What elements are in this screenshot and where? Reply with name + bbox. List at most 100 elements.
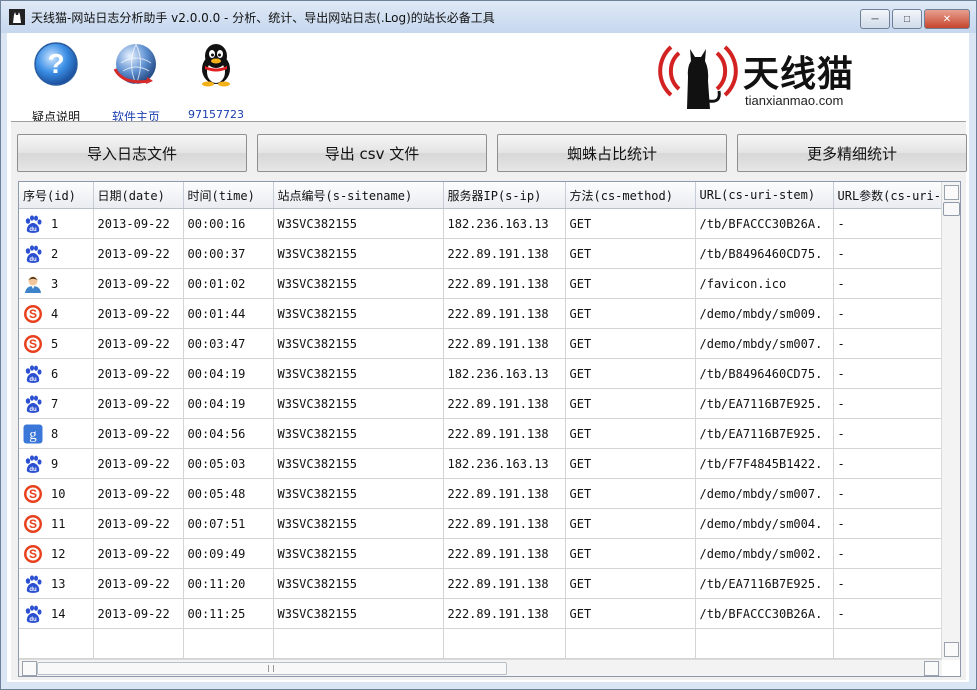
cell-method[interactable]: GET <box>565 388 696 419</box>
vertical-scroll-thumb[interactable] <box>943 202 960 216</box>
cell-id[interactable]: du 1 <box>19 208 94 239</box>
cell-site[interactable]: W3SVC382155 <box>273 568 444 599</box>
cell-date[interactable]: 2013-09-22 <box>93 418 184 449</box>
column-header[interactable]: URL(cs-uri-stem) <box>695 182 834 209</box>
cell-date[interactable]: 2013-09-22 <box>93 508 184 539</box>
table-row[interactable]: S 5 2013-09-22 00:03:47 W3SVC382155 222.89.19… <box>19 328 954 359</box>
cell-date[interactable]: 2013-09-22 <box>93 598 184 629</box>
cell-ip[interactable]: 222.89.191.138 <box>443 238 566 269</box>
column-header[interactable]: 时间(time) <box>183 182 274 209</box>
cell-uri[interactable]: /tb/EA7116B7E925. <box>695 418 834 449</box>
cell-method[interactable]: GET <box>565 328 696 359</box>
cell-site[interactable]: W3SVC382155 <box>273 598 444 629</box>
scroll-right-button[interactable] <box>924 661 939 676</box>
cell-time[interactable]: 00:03:47 <box>183 328 274 359</box>
cell-site[interactable]: W3SVC382155 <box>273 238 444 269</box>
cell-date[interactable]: 2013-09-22 <box>93 208 184 239</box>
cell-id[interactable]: S 12 <box>19 538 94 569</box>
help-tool[interactable]: ? 疑点说明 <box>21 41 91 125</box>
cell-site[interactable]: W3SVC382155 <box>273 298 444 329</box>
cell-query[interactable]: - <box>833 298 954 329</box>
table-row[interactable]: du 2 2013-09-22 00:00:37 W3SVC382155 222.89.1… <box>19 238 954 269</box>
cell-date[interactable]: 2013-09-22 <box>93 268 184 299</box>
table-row[interactable]: S 10 2013-09-22 00:05:48 W3SVC382155 222.89.1… <box>19 478 954 509</box>
cell-query[interactable]: - <box>833 238 954 269</box>
cell-ip[interactable]: 222.89.191.138 <box>443 328 566 359</box>
cell-time[interactable]: 00:04:19 <box>183 388 274 419</box>
qq-number-link[interactable]: 97157723 <box>181 108 251 121</box>
cell-time[interactable]: 00:09:49 <box>183 538 274 569</box>
cell-time[interactable]: 00:00:16 <box>183 208 274 239</box>
cell-method[interactable]: GET <box>565 418 696 449</box>
cell-uri[interactable]: /demo/mbdy/sm007. <box>695 478 834 509</box>
cell-ip[interactable]: 222.89.191.138 <box>443 388 566 419</box>
table-row[interactable]: du 7 2013-09-22 00:04:19 W3SVC382155 222.89.1… <box>19 388 954 419</box>
cell-uri[interactable]: /tb/B8496460CD75. <box>695 358 834 389</box>
cell-uri[interactable]: /tb/EA7116B7E925. <box>695 568 834 599</box>
table-row[interactable]: S 4 2013-09-22 00:01:44 W3SVC382155 222.89.19… <box>19 298 954 329</box>
cell-site[interactable]: W3SVC382155 <box>273 208 444 239</box>
cell-ip[interactable]: 182.236.163.13 <box>443 358 566 389</box>
export-csv-button[interactable]: 导出 csv 文件 <box>257 134 487 172</box>
column-header[interactable]: URL参数(cs-uri-q <box>833 182 954 209</box>
home-tool[interactable]: 软件主页 <box>101 41 171 125</box>
cell-date[interactable]: 2013-09-22 <box>93 358 184 389</box>
cell-method[interactable]: GET <box>565 538 696 569</box>
table-row[interactable]: du 14 2013-09-22 00:11:25 W3SVC382155 222.89.… <box>19 598 954 629</box>
vertical-scrollbar[interactable] <box>941 182 960 660</box>
cell-uri[interactable]: /demo/mbdy/sm007. <box>695 328 834 359</box>
cell-query[interactable]: - <box>833 448 954 479</box>
cell-uri[interactable]: /demo/mbdy/sm009. <box>695 298 834 329</box>
table-row[interactable]: g 8 2013-09-22 00:04:56 W3SVC382155 222.89.19… <box>19 418 954 449</box>
cell-date[interactable]: 2013-09-22 <box>93 568 184 599</box>
cell-query[interactable]: - <box>833 358 954 389</box>
cell-site[interactable]: W3SVC382155 <box>273 268 444 299</box>
cell-ip[interactable]: 222.89.191.138 <box>443 478 566 509</box>
table-row[interactable]: S 11 2013-09-22 00:07:51 W3SVC382155 222.89.1… <box>19 508 954 539</box>
cell-id[interactable]: du 7 <box>19 388 94 419</box>
cell-date[interactable]: 2013-09-22 <box>93 448 184 479</box>
cell-method[interactable]: GET <box>565 298 696 329</box>
title-bar[interactable]: 天线猫-网站日志分析助手 v2.0.0.0 - 分析、统计、导出网站日志(.Lo… <box>1 1 976 33</box>
cell-uri[interactable]: /demo/mbdy/sm002. <box>695 538 834 569</box>
table-row[interactable]: du 9 2013-09-22 00:05:03 W3SVC382155 182.236.… <box>19 448 954 479</box>
horizontal-scroll-thumb[interactable] <box>37 662 507 675</box>
cell-id[interactable]: du 14 <box>19 598 94 629</box>
cell-id[interactable]: du 13 <box>19 568 94 599</box>
table-row[interactable]: du 6 2013-09-22 00:04:19 W3SVC382155 182.236.… <box>19 358 954 389</box>
cell-time[interactable]: 00:01:02 <box>183 268 274 299</box>
cell-ip[interactable]: 222.89.191.138 <box>443 598 566 629</box>
cell-method[interactable]: GET <box>565 568 696 599</box>
cell-query[interactable]: - <box>833 568 954 599</box>
column-header[interactable]: 站点编号(s-sitename) <box>273 182 444 209</box>
table-row[interactable]: 3 2013-09-22 00:01:02 W3SVC382155 222.89.191… <box>19 268 954 299</box>
cell-time[interactable]: 00:11:20 <box>183 568 274 599</box>
spider-stats-button[interactable]: 蜘蛛占比统计 <box>497 134 727 172</box>
cell-uri[interactable]: /tb/BFACCC30B26A. <box>695 598 834 629</box>
cell-time[interactable]: 00:00:37 <box>183 238 274 269</box>
cell-site[interactable]: W3SVC382155 <box>273 478 444 509</box>
column-header[interactable]: 序号(id) <box>19 182 94 209</box>
cell-id[interactable]: S5 <box>19 328 94 359</box>
import-log-button[interactable]: 导入日志文件 <box>17 134 247 172</box>
cell-time[interactable]: 00:04:19 <box>183 358 274 389</box>
cell-site[interactable]: W3SVC382155 <box>273 508 444 539</box>
cell-query[interactable]: - <box>833 418 954 449</box>
table-row[interactable]: du 13 2013-09-22 00:11:20 W3SVC382155 222.89.… <box>19 568 954 599</box>
close-button[interactable]: ✕ <box>924 9 970 29</box>
cell-method[interactable]: GET <box>565 268 696 299</box>
cell-date[interactable]: 2013-09-22 <box>93 388 184 419</box>
cell-time[interactable]: 00:05:03 <box>183 448 274 479</box>
cell-time[interactable]: 00:04:56 <box>183 418 274 449</box>
cell-query[interactable]: - <box>833 208 954 239</box>
cell-method[interactable]: GET <box>565 448 696 479</box>
cell-site[interactable]: W3SVC382155 <box>273 328 444 359</box>
column-header[interactable]: 日期(date) <box>93 182 184 209</box>
cell-ip[interactable]: 222.89.191.138 <box>443 508 566 539</box>
cell-site[interactable]: W3SVC382155 <box>273 388 444 419</box>
cell-id[interactable]: du 9 <box>19 448 94 479</box>
cell-method[interactable]: GET <box>565 598 696 629</box>
column-header[interactable]: 方法(cs-method) <box>565 182 696 209</box>
cell-query[interactable]: - <box>833 538 954 569</box>
cell-uri[interactable]: /demo/mbdy/sm004. <box>695 508 834 539</box>
